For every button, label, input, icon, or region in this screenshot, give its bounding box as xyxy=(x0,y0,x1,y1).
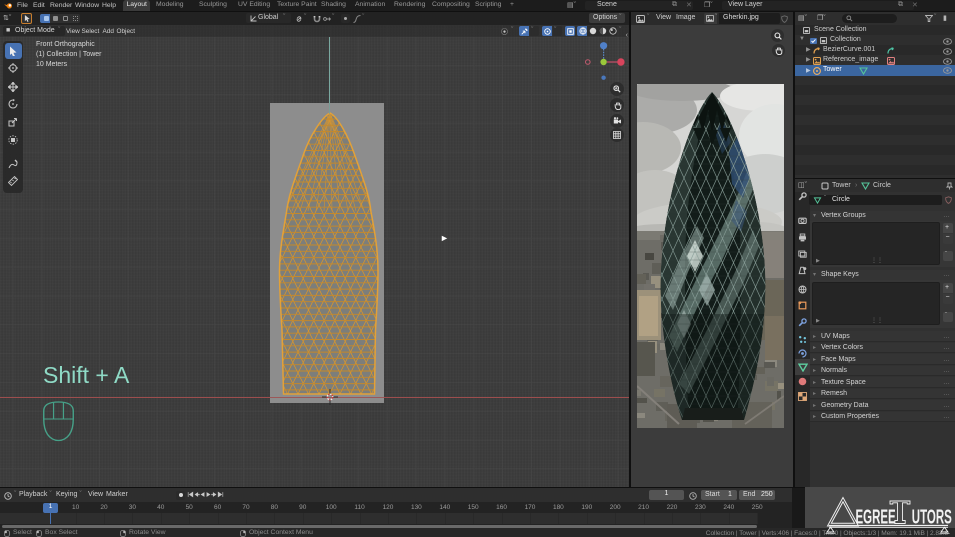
svg-text:UTORS: UTORS xyxy=(912,506,952,528)
svg-text:EGREE: EGREE xyxy=(856,506,896,528)
